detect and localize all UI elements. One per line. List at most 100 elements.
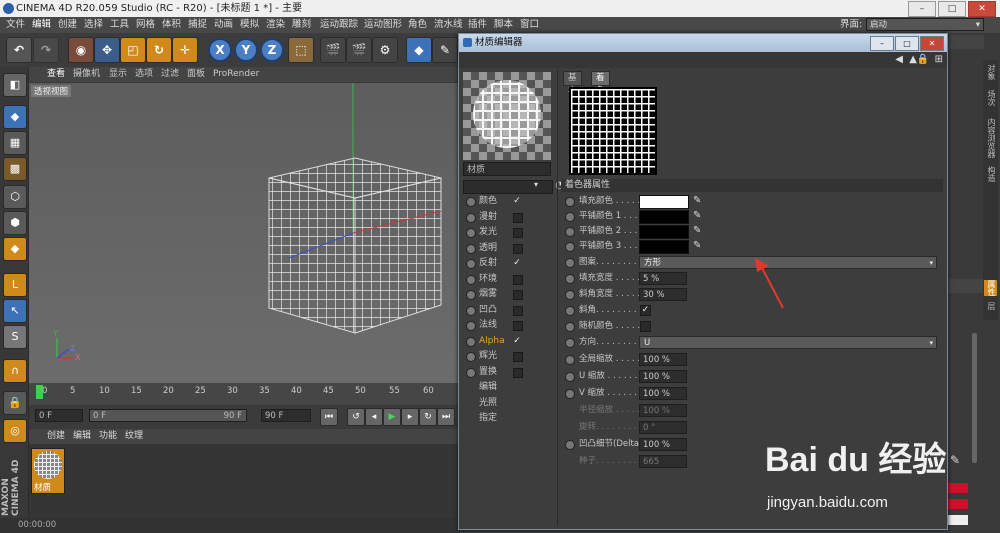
channel-checkbox[interactable]: ✓ (513, 197, 521, 206)
fill-color-swatch[interactable] (639, 195, 689, 209)
channel-item[interactable]: 指定 (463, 411, 557, 426)
polygons-mode-icon[interactable]: ◆ (3, 237, 27, 261)
channel-item[interactable]: 凹凸 (463, 303, 557, 318)
tab-shader[interactable]: 着色器 (591, 71, 610, 109)
menu-plugins[interactable]: 插件 (468, 17, 487, 33)
menu-volume[interactable]: 体积 (162, 17, 181, 33)
channel-item[interactable]: 颜色 ✓ (463, 194, 557, 209)
channel-radio[interactable] (466, 367, 476, 378)
animate-radio[interactable] (565, 389, 575, 399)
goto-end-icon[interactable]: ⏭ (437, 408, 455, 426)
recent-tool-icon[interactable]: ✛ (172, 37, 198, 63)
bevel-width-field[interactable]: 30 % (639, 288, 687, 301)
global-scale-field[interactable]: 100 % (639, 353, 687, 366)
channel-item[interactable]: 漫射 (463, 210, 557, 225)
v-scale-field[interactable]: 100 % (639, 387, 687, 400)
maximize-button[interactable]: □ (938, 1, 966, 17)
minimize-button[interactable]: – (908, 1, 936, 17)
animate-radio[interactable] (565, 197, 575, 207)
orientation-dropdown[interactable]: U ▾ (639, 336, 937, 349)
animate-radio[interactable] (565, 258, 575, 268)
channel-item[interactable]: 烟雾 (463, 287, 557, 302)
snap-icon[interactable]: S (3, 325, 27, 349)
axis-mode-icon[interactable]: L (3, 273, 27, 297)
timeline-ruler[interactable]: 0 5 10 15 20 25 30 35 40 45 50 55 60 (29, 383, 459, 405)
frame-range-slider[interactable]: 0 F 90 F (89, 409, 247, 422)
animate-radio[interactable] (565, 290, 575, 300)
play-icon[interactable]: ▶ (383, 408, 401, 426)
viewport-menu-camera[interactable]: 摄像机 (73, 67, 100, 82)
menu-animate[interactable]: 动画 (214, 17, 233, 33)
tab-objects[interactable]: 对象 (984, 64, 997, 80)
dialog-maximize-button[interactable]: □ (895, 36, 919, 51)
bevel-checkbox[interactable]: ✓ (640, 305, 651, 316)
matmgr-menu-create[interactable]: 创建 (47, 429, 65, 444)
back-arrow-icon[interactable]: ◀ (895, 54, 903, 65)
prev-frame-icon[interactable]: ◂ (365, 408, 383, 426)
tab-layers[interactable]: 层 (984, 302, 997, 310)
eyedropper-icon[interactable]: ✎ (693, 226, 703, 236)
goto-start-icon[interactable]: ⏮ (320, 408, 338, 426)
cube-object-icon[interactable]: ◆ (406, 37, 432, 63)
menu-create[interactable]: 创建 (58, 17, 77, 33)
fill-width-field[interactable]: 5 % (639, 272, 687, 285)
line-color1-swatch[interactable] (639, 210, 689, 224)
perspective-viewport[interactable]: 透视视图 Y Z X (29, 83, 459, 383)
u-scale-field[interactable]: 100 % (639, 370, 687, 383)
channel-checkbox[interactable]: ✓ (513, 259, 521, 268)
render-picture-viewer-icon[interactable]: 🎬 (346, 37, 372, 63)
channel-item[interactable]: 环境 (463, 272, 557, 287)
rotate-icon[interactable]: ↻ (146, 37, 172, 63)
animate-radio[interactable] (565, 274, 575, 284)
next-key-icon[interactable]: ↻ (419, 408, 437, 426)
lock-icon[interactable]: 🔒 (917, 54, 929, 65)
channel-radio[interactable] (466, 321, 476, 331)
channel-radio[interactable] (466, 305, 476, 316)
magnet-icon[interactable]: ∩ (3, 359, 27, 383)
scale-icon[interactable]: ◰ (120, 37, 146, 63)
viewport-menu-prorender[interactable]: ProRender (213, 67, 259, 82)
close-button[interactable]: ✕ (968, 1, 996, 17)
lock-workplane-icon[interactable]: 🔒 (3, 391, 27, 415)
coordinate-system-icon[interactable]: ⬚ (288, 37, 314, 63)
channel-radio[interactable] (466, 259, 476, 269)
matmgr-menu-texture[interactable]: 纹理 (125, 429, 143, 444)
channel-item[interactable]: 反射 ✓ (463, 256, 557, 271)
menu-script[interactable]: 脚本 (494, 17, 513, 33)
eyedropper-icon[interactable]: ✎ (950, 453, 972, 467)
channel-radio[interactable] (466, 352, 476, 362)
channel-checkbox[interactable] (513, 290, 523, 300)
material-name-field[interactable]: 材质 (463, 162, 551, 176)
animate-radio[interactable] (565, 322, 575, 332)
tab-structure[interactable]: 构造 (984, 166, 997, 182)
bump-detail-field[interactable]: 100 % (639, 438, 687, 451)
start-frame-field[interactable]: 0 F (35, 409, 83, 422)
tab-content-browser[interactable]: 内容浏览器 (984, 118, 997, 158)
prev-key-icon[interactable]: ↺ (347, 408, 365, 426)
eyedropper-icon[interactable]: ✎ (693, 241, 703, 251)
channel-item[interactable]: 置换 (463, 365, 557, 380)
menu-sculpt[interactable]: 雕刻 (292, 17, 311, 33)
matmgr-menu-function[interactable]: 功能 (99, 429, 117, 444)
animate-radio[interactable] (565, 227, 575, 237)
eyedropper-icon[interactable]: ✎ (693, 196, 703, 206)
menu-motion-tracking[interactable]: 运动跟踪 (320, 17, 358, 33)
channel-item[interactable]: Alpha ✓ (463, 334, 557, 349)
channel-checkbox[interactable] (513, 321, 523, 331)
channel-checkbox[interactable] (513, 352, 523, 362)
animate-radio[interactable] (565, 212, 575, 222)
channel-checkbox[interactable] (513, 274, 523, 285)
viewport-menu-filter[interactable]: 过滤 (161, 67, 179, 82)
end-frame-field[interactable]: 90 F (261, 409, 311, 422)
z-axis-button[interactable]: Z (260, 38, 284, 62)
line-color2-swatch[interactable] (639, 225, 689, 239)
color-swatch-red-2[interactable] (946, 499, 968, 509)
new-panel-icon[interactable]: ⊞ (935, 54, 943, 65)
channel-radio[interactable] (466, 212, 476, 223)
channel-radio[interactable] (466, 274, 476, 285)
color-swatch-red[interactable] (946, 483, 968, 493)
menu-tools[interactable]: 工具 (110, 17, 129, 33)
menu-file[interactable]: 文件 (6, 17, 25, 33)
edges-mode-icon[interactable]: ⬢ (3, 211, 27, 235)
workplane-mode-icon[interactable]: ▩ (3, 157, 27, 181)
